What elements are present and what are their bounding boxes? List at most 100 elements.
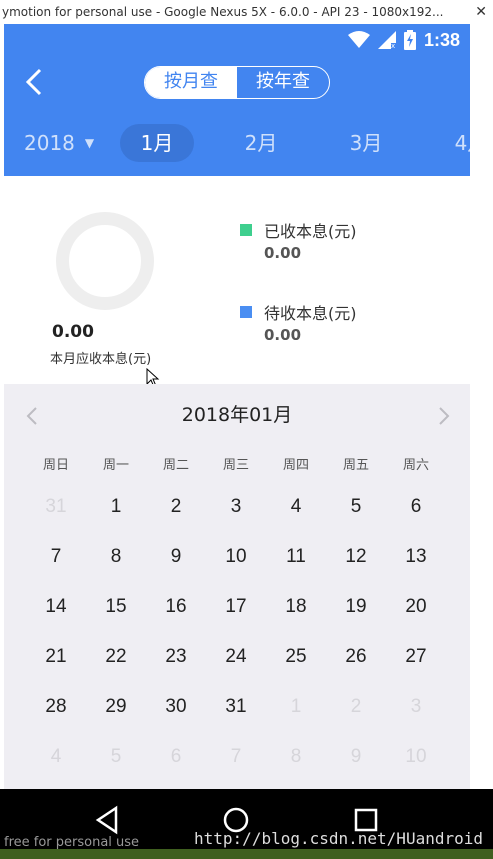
calendar-day[interactable]: 1 [86,482,146,532]
calendar-day-outside-month[interactable]: 10 [386,732,446,782]
calendar-day[interactable]: 10 [206,532,266,582]
total-due-label: 本月应收本息(元) [50,352,152,367]
weekday-header: 周日 周一 周二 周三 周四 周五 周六 [26,454,446,473]
calendar-day[interactable]: 8 [86,532,146,582]
calendar-week-row: 31 1 2 3 4 5 6 [26,482,446,532]
calendar-day[interactable]: 30 [146,682,206,732]
weekday-label: 周二 [162,458,189,473]
desktop-background-strip [0,849,493,859]
calendar-day[interactable]: 17 [206,582,266,632]
month-tab-2[interactable]: 2月 [226,124,296,162]
calendar-day[interactable]: 23 [146,632,206,682]
calendar-day[interactable]: 2 [146,482,206,532]
calendar-day[interactable]: 11 [266,532,326,582]
calendar-day[interactable]: 6 [386,482,446,532]
phone-screen: x 1:38 按月查 按年查 2018 ▼ 1月 2月 3月 4月 [4,24,470,789]
calendar-week-row: 21 22 23 24 25 26 27 [26,632,446,682]
calendar-day[interactable]: 22 [86,632,146,682]
weekday-label: 周五 [342,458,369,473]
weekday-label: 周一 [102,458,129,473]
donut-chart [56,212,154,310]
status-bar: x 1:38 [4,24,470,56]
calendar-day[interactable]: 29 [86,682,146,732]
weekday-label: 周六 [402,458,429,473]
calendar-day[interactable]: 19 [326,582,386,632]
calendar-day[interactable]: 31 [206,682,266,732]
calendar: 2018年01月 周日 周一 周二 周三 周四 周五 周六 31 1 2 3 4 5 6 7 8… [4,384,470,789]
calendar-day[interactable]: 28 [26,682,86,732]
next-month-icon[interactable] [434,404,454,428]
calendar-day-outside-month[interactable]: 7 [206,732,266,782]
legend-label-received: 已收本息(元) [264,222,357,241]
legend-value-received: 0.00 [264,244,302,262]
calendar-day[interactable]: 25 [266,632,326,682]
calendar-week-row: 7 8 9 10 11 12 13 [26,532,446,582]
calendar-week-row: 14 15 16 17 18 19 20 [26,582,446,632]
wifi-icon [347,31,370,48]
back-button[interactable] [20,64,50,100]
calendar-header: 2018年01月 [4,396,470,436]
emulator-frame-right [470,24,493,789]
tab-by-month[interactable]: 按月查 [145,67,237,98]
calendar-day[interactable]: 13 [386,532,446,582]
calendar-day-outside-month[interactable]: 5 [86,732,146,782]
calendar-week-row: 4 5 6 7 8 9 10 [26,732,446,782]
calendar-day-outside-month[interactable]: 4 [26,732,86,782]
calendar-day-outside-month[interactable]: 31 [26,482,86,532]
license-text: free for personal use [4,835,140,850]
app-header: x 1:38 按月查 按年查 2018 ▼ 1月 2月 3月 4月 [4,24,470,176]
window-title: ymotion for personal use - Google Nexus … [2,5,444,19]
weekday-label: 周三 [222,458,249,473]
calendar-day-outside-month[interactable]: 9 [326,732,386,782]
month-tab-4[interactable]: 4月 [436,124,470,162]
calendar-day[interactable]: 9 [146,532,206,582]
calendar-day[interactable]: 12 [326,532,386,582]
query-mode-toggle: 按月查 按年查 [144,66,330,99]
close-icon[interactable]: ✕ [475,0,487,24]
month-tab-3[interactable]: 3月 [331,124,401,162]
signal-icon: x [377,31,396,49]
calendar-day-outside-month[interactable]: 2 [326,682,386,732]
status-icons: x 1:38 [347,28,460,52]
calendar-day[interactable]: 7 [26,532,86,582]
year-value: 2018 [24,131,75,155]
prev-month-icon[interactable] [22,404,42,428]
month-tab-1[interactable]: 1月 [120,124,194,162]
calendar-day-outside-month[interactable]: 8 [266,732,326,782]
summary-panel: 0.00 本月应收本息(元) 已收本息(元) 0.00 待收本息(元) 0.00 [4,176,470,388]
weekday-label: 周四 [282,458,309,473]
back-triangle-icon[interactable] [88,803,128,837]
calendar-day[interactable]: 3 [206,482,266,532]
legend-label-pending: 待收本息(元) [264,304,357,323]
calendar-day[interactable]: 21 [26,632,86,682]
calendar-day-outside-month[interactable]: 3 [386,682,446,732]
weekday-label: 周日 [42,458,69,473]
calendar-day[interactable]: 15 [86,582,146,632]
calendar-grid: 31 1 2 3 4 5 6 7 8 9 10 11 12 13 14 15 16 17 18 19 20 21 22 23 2… [26,482,446,782]
year-dropdown[interactable]: 2018 ▼ [24,120,94,166]
legend-value-pending: 0.00 [264,326,302,344]
calendar-day[interactable]: 26 [326,632,386,682]
calendar-title: 2018年01月 [181,404,293,426]
android-nav-bar: free for personal use http://blog.csdn.n… [0,789,493,859]
calendar-day[interactable]: 24 [206,632,266,682]
calendar-day[interactable]: 16 [146,582,206,632]
total-due-value: 0.00 [52,322,94,342]
calendar-day-outside-month[interactable]: 1 [266,682,326,732]
tab-by-year[interactable]: 按年查 [237,67,329,98]
emulator-title-bar: ymotion for personal use - Google Nexus … [0,0,493,24]
calendar-week-row: 28 29 30 31 1 2 3 [26,682,446,732]
legend-swatch-pending [240,306,252,318]
calendar-day[interactable]: 4 [266,482,326,532]
calendar-day[interactable]: 27 [386,632,446,682]
nav-row: 按月查 按年查 [4,56,470,108]
month-selector: 2018 ▼ 1月 2月 3月 4月 [4,120,470,166]
calendar-day[interactable]: 18 [266,582,326,632]
caret-down-icon: ▼ [84,136,95,150]
calendar-day[interactable]: 20 [386,582,446,632]
calendar-day[interactable]: 14 [26,582,86,632]
svg-text:x: x [391,42,395,49]
legend-swatch-received [240,224,252,236]
calendar-day[interactable]: 5 [326,482,386,532]
calendar-day-outside-month[interactable]: 6 [146,732,206,782]
